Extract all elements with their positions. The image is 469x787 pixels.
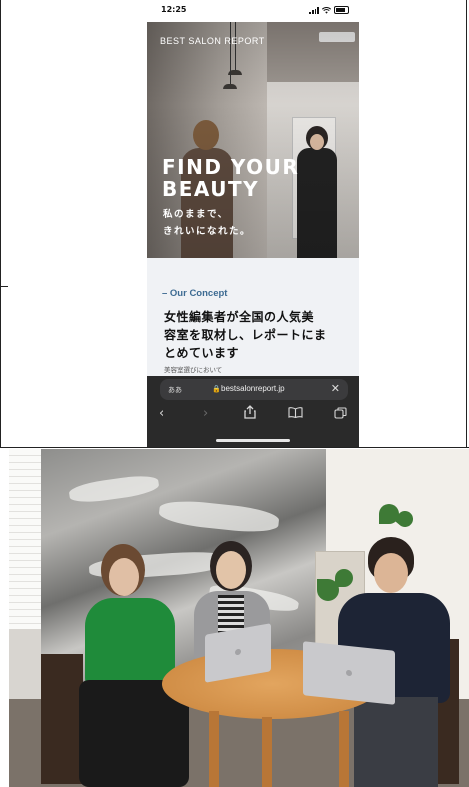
site-logo[interactable]: BEST SALON REPORT xyxy=(160,36,265,46)
person-image xyxy=(79,544,189,787)
divider-line xyxy=(0,286,8,287)
signal-icon xyxy=(309,6,319,14)
wifi-icon xyxy=(322,6,331,14)
hero-subtitle: 私のままで、 きれいになれた。 xyxy=(163,209,252,237)
share-icon[interactable] xyxy=(244,405,256,423)
status-icons xyxy=(309,6,349,14)
hero-section: BEST SALON REPORT FIND YOUR BEAUTY 私のままで… xyxy=(147,22,359,258)
phone-screenshot: 12:25 BEST SALON REPORT FIND YOUR BEAUTY… xyxy=(147,0,359,447)
url-text[interactable]: bestsalonreport.jp xyxy=(221,384,285,393)
concept-section: – Our Concept 女性編集者が全国の人気美 容室を取材し、レポートにま… xyxy=(147,258,359,376)
window-blinds xyxy=(9,449,41,629)
concept-heading: 女性編集者が全国の人気美 容室を取材し、レポートにま とめています xyxy=(164,310,327,360)
close-icon[interactable]: ✕ xyxy=(331,382,340,395)
home-indicator[interactable] xyxy=(216,439,290,442)
hero-title: FIND YOUR BEAUTY xyxy=(162,155,300,201)
forward-icon[interactable]: › xyxy=(203,406,208,421)
tabs-icon[interactable] xyxy=(334,407,347,423)
battery-icon xyxy=(334,6,349,14)
chair-image xyxy=(41,654,83,784)
bookmarks-icon[interactable] xyxy=(288,407,303,422)
divider-line xyxy=(466,0,467,447)
reader-aa-button[interactable]: ああ xyxy=(168,385,182,395)
back-icon[interactable]: ‹ xyxy=(159,406,164,421)
salon-meeting-photo xyxy=(9,449,469,787)
concept-label: – Our Concept xyxy=(162,288,228,299)
divider-line xyxy=(0,447,469,448)
address-bar[interactable]: ああ 🔒 bestsalonreport.jp ✕ xyxy=(160,379,348,400)
safari-toolbar: ‹ › xyxy=(147,402,359,428)
concept-body-text: 美容室選びにおいて xyxy=(164,366,223,374)
laptop-image xyxy=(303,641,395,705)
status-bar: 12:25 xyxy=(147,0,359,22)
status-time: 12:25 xyxy=(161,5,187,14)
divider-line xyxy=(0,0,1,447)
lock-icon: 🔒 xyxy=(212,385,221,393)
